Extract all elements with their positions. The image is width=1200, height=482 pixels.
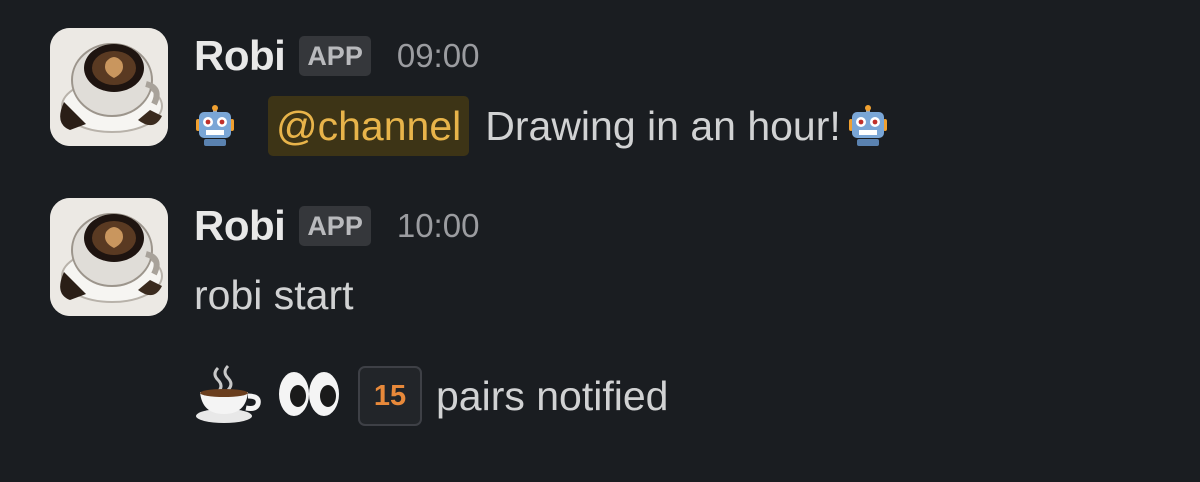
notification-text: pairs notified: [436, 372, 669, 419]
channel-mention[interactable]: @channel: [268, 96, 470, 156]
author-name[interactable]: Robi: [194, 32, 286, 80]
message-text: robi start: [194, 272, 354, 318]
timestamp[interactable]: 10:00: [397, 207, 480, 245]
avatar[interactable]: [50, 28, 168, 146]
message-body: @channel Drawing in an hour!: [194, 94, 889, 158]
robot-face-icon: [194, 105, 236, 147]
message-attachment-line: 15 pairs notified: [194, 364, 668, 428]
avatar[interactable]: [50, 198, 168, 316]
eyes-icon: [276, 364, 342, 429]
message-header: Robi APP 09:00: [194, 30, 479, 82]
timestamp[interactable]: 09:00: [397, 37, 480, 75]
app-badge: APP: [299, 206, 371, 246]
app-badge: APP: [299, 36, 371, 76]
coffee-cup-icon: [194, 364, 262, 429]
robot-face-icon: [847, 105, 889, 147]
author-name[interactable]: Robi: [194, 202, 286, 250]
message-header: Robi APP 10:00: [194, 200, 479, 252]
count-badge: 15: [358, 366, 422, 426]
message-list: Robi APP 09:00 @channel Drawing in an ho…: [0, 0, 1200, 482]
message-text: Drawing in an hour!: [485, 102, 841, 149]
